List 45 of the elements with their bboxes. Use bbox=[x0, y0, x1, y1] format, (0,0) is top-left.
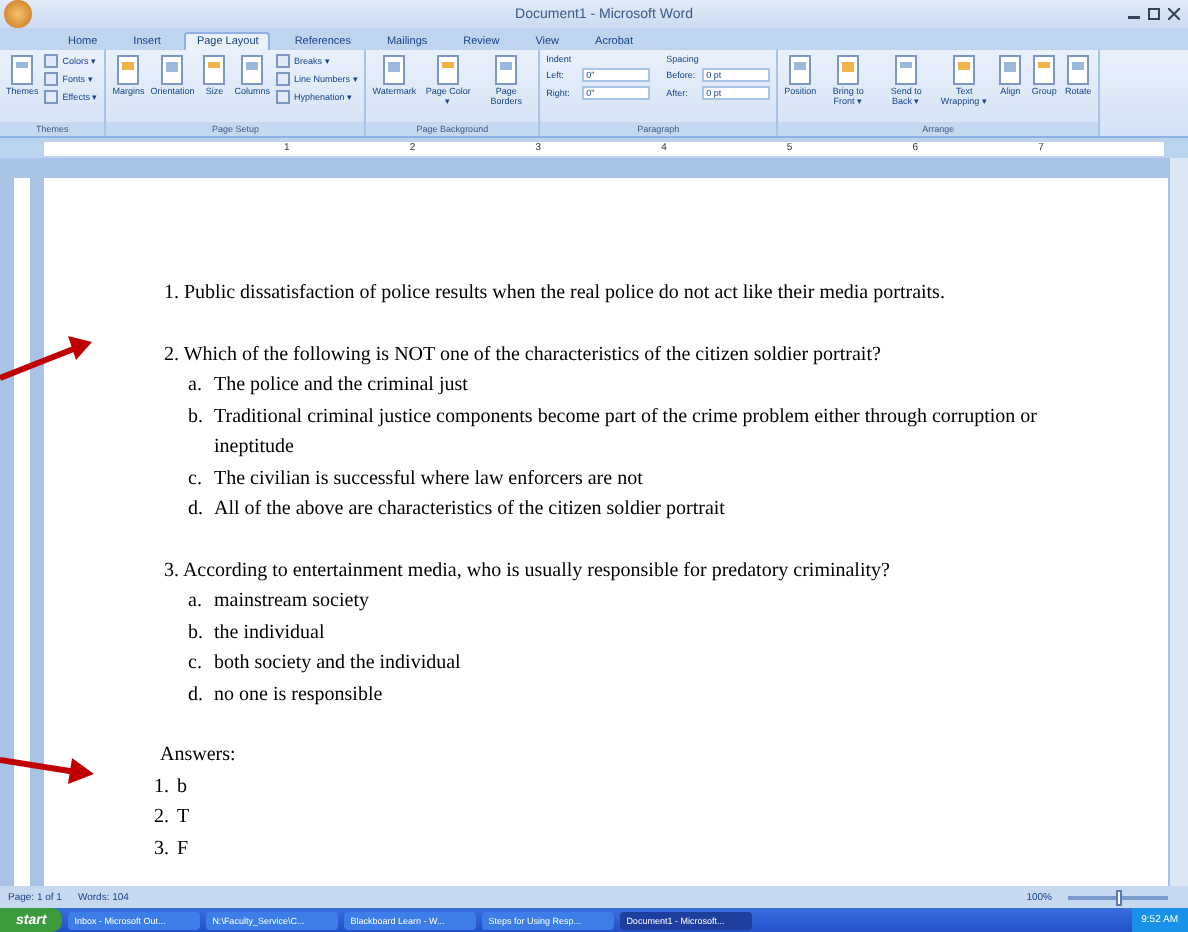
page-icon bbox=[114, 54, 143, 86]
answer-text: b bbox=[177, 773, 187, 801]
option-letter: c. bbox=[188, 465, 204, 493]
option-letter: d. bbox=[188, 681, 205, 709]
page-icon bbox=[1064, 54, 1093, 86]
option-text: both society and the individual bbox=[214, 650, 463, 678]
option-letter: b. bbox=[188, 619, 205, 647]
question-text: 2. Which of the following is NOT one of the characteristics of the citizen soldier portrait? bbox=[164, 341, 883, 369]
option-letter: a. bbox=[188, 372, 204, 400]
question-text: 3. According to entertainment media, who is usually responsible for predatory criminality? bbox=[164, 557, 892, 585]
scrollbar[interactable] bbox=[1168, 158, 1188, 886]
option-letter: b. bbox=[188, 403, 205, 431]
page-icon bbox=[380, 54, 409, 86]
page-icon bbox=[434, 54, 463, 86]
option-text: the individual bbox=[214, 619, 327, 647]
option-text: The police and the criminal just bbox=[214, 372, 470, 400]
page-icon bbox=[8, 54, 37, 86]
answers-heading: Answers: bbox=[158, 742, 238, 770]
page-icon bbox=[950, 54, 979, 86]
option-text: The civilian is successful where law enforcers are not bbox=[214, 465, 645, 493]
answer-number: 2. bbox=[154, 804, 169, 832]
page-icon bbox=[238, 54, 267, 86]
option-letter: a. bbox=[188, 588, 204, 616]
answer-text: T bbox=[177, 804, 190, 832]
option-text: mainstream society bbox=[214, 588, 371, 616]
close-icon[interactable] bbox=[1168, 8, 1180, 20]
answer-text: F bbox=[177, 835, 189, 863]
page-icon bbox=[1030, 54, 1059, 86]
option-text: no one is responsible bbox=[214, 681, 385, 709]
maximize-icon[interactable] bbox=[1148, 8, 1160, 20]
option-text: Traditional criminal justice components become part of the crime problem either through corruption or ineptitude bbox=[214, 403, 1039, 462]
page-icon bbox=[996, 54, 1025, 86]
option-letter: c. bbox=[188, 650, 204, 678]
question-text: 1. Public dissatisfaction of police results when the real police do not act like their media portraits. bbox=[164, 280, 947, 308]
page-icon bbox=[158, 54, 187, 86]
page-icon bbox=[834, 54, 863, 86]
answer-number: 1. bbox=[154, 773, 169, 801]
zoom-slider[interactable] bbox=[1115, 889, 1121, 905]
option-letter: d. bbox=[188, 496, 205, 524]
option-text: All of the above are characteristics of the citizen soldier portrait bbox=[214, 496, 727, 524]
page-icon bbox=[200, 54, 229, 86]
page-icon bbox=[492, 54, 521, 86]
answer-number: 3. bbox=[154, 835, 169, 863]
page-icon bbox=[786, 54, 815, 86]
page-icon bbox=[892, 54, 921, 86]
